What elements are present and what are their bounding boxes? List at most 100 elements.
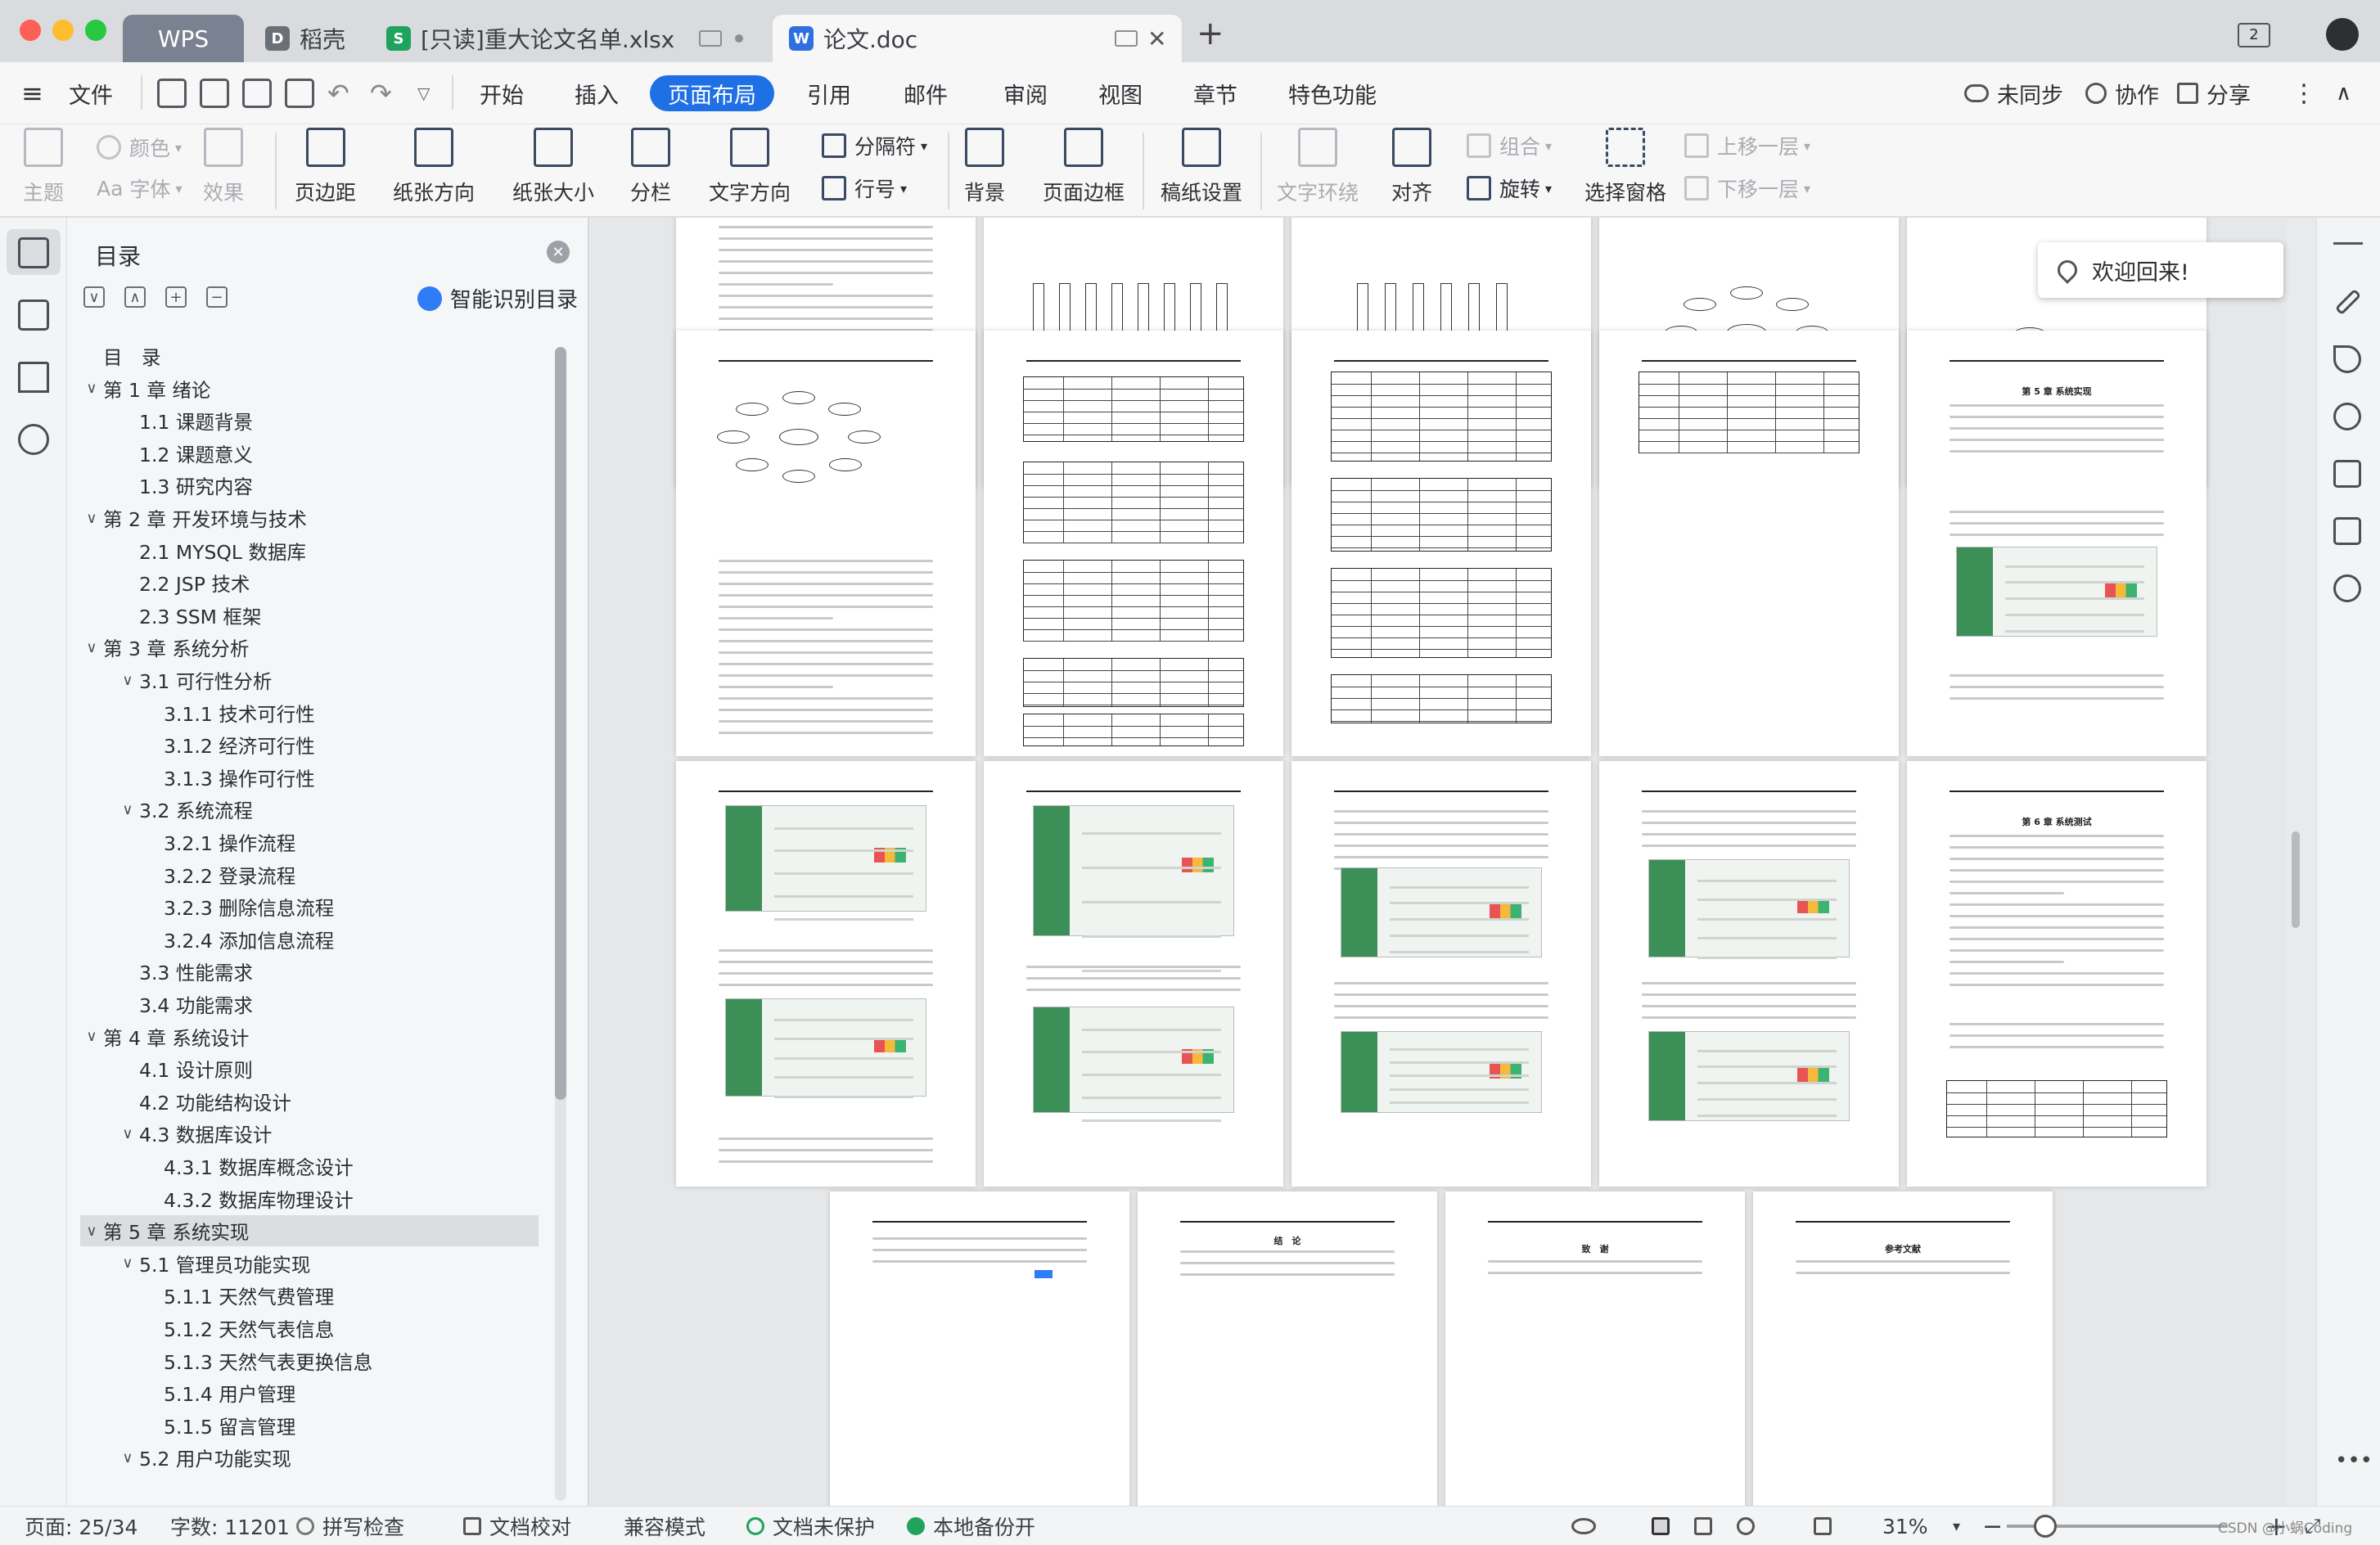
- toc-item[interactable]: 5.1.3 天然气表更换信息: [80, 1345, 539, 1376]
- tab-start[interactable]: 开始: [480, 62, 524, 124]
- zoom-level[interactable]: 31%: [1882, 1507, 1928, 1545]
- add-heading-icon[interactable]: +: [165, 286, 187, 308]
- expand-all-icon[interactable]: ∧: [124, 286, 146, 308]
- send-backward-button[interactable]: 下移一层 ▾: [1684, 173, 1810, 203]
- image-edit-icon[interactable]: [2333, 517, 2361, 545]
- toc-item[interactable]: 2.2 JSP 技术: [80, 567, 539, 598]
- hamburger-icon[interactable]: ≡: [21, 62, 43, 124]
- bring-forward-button[interactable]: 上移一层 ▾: [1684, 131, 1810, 160]
- save-icon[interactable]: [157, 79, 187, 108]
- adjust-icon[interactable]: [2333, 403, 2361, 430]
- toc-item[interactable]: ∨ 第 4 章 系统设计: [80, 1021, 539, 1052]
- pen-icon[interactable]: [2334, 288, 2362, 316]
- share-button[interactable]: 分享: [2177, 62, 2251, 124]
- toc-item[interactable]: 3.4 功能需求: [80, 989, 539, 1020]
- background-button[interactable]: 背景: [964, 128, 1005, 206]
- zoom-dropdown-icon[interactable]: ▾: [1953, 1507, 1960, 1545]
- orientation-button[interactable]: 纸张方向: [393, 128, 475, 206]
- toc-item[interactable]: ∨ 5.2 用户功能实现: [80, 1442, 539, 1473]
- toc-item[interactable]: ∨ 第 5 章 系统实现: [80, 1215, 539, 1247]
- document-scrollbar-thumb[interactable]: [2292, 831, 2300, 928]
- toc-item[interactable]: 5.1.2 天然气表信息: [80, 1313, 539, 1344]
- document-canvas[interactable]: 第 5 章 系统实现第 6 章 系统测试结 论致 谢 参考文献: [591, 218, 2287, 1506]
- tab-view[interactable]: 视图: [1098, 62, 1143, 124]
- toc-item[interactable]: 3.2.4 添加信息流程: [80, 924, 539, 955]
- chevron-down-icon[interactable]: ∨: [80, 1028, 103, 1045]
- collaborate-button[interactable]: 协作: [2085, 62, 2159, 124]
- toc-item[interactable]: 1.2 课题意义: [80, 438, 539, 469]
- toc-item[interactable]: 3.3 性能需求: [80, 956, 539, 987]
- export-pdf-icon[interactable]: [200, 79, 229, 108]
- theme-button[interactable]: 主题: [23, 128, 64, 206]
- wrap-text-button[interactable]: 文字环绕: [1277, 128, 1359, 206]
- grid-paper-button[interactable]: 稿纸设置: [1161, 128, 1242, 206]
- selection-pane-button[interactable]: 选择窗格: [1584, 128, 1666, 206]
- navigation-icon[interactable]: [18, 300, 49, 331]
- print-icon[interactable]: [242, 79, 272, 108]
- tab-docer[interactable]: D 稻壳: [249, 15, 370, 62]
- collapse-all-icon[interactable]: ∨: [83, 286, 105, 308]
- window-switch-button[interactable]: 2: [2238, 23, 2270, 47]
- toc-scrollbar-thumb[interactable]: [555, 347, 566, 1100]
- toc-item[interactable]: 目 录: [80, 340, 539, 372]
- toc-item[interactable]: ∨ 第 3 章 系统分析: [80, 632, 539, 663]
- remove-heading-icon[interactable]: −: [206, 286, 228, 308]
- paper-size-button[interactable]: 纸张大小: [512, 128, 594, 206]
- chevron-down-icon[interactable]: ∨: [116, 1125, 139, 1142]
- bookmark-icon[interactable]: [18, 362, 49, 393]
- text-direction-button[interactable]: 文字方向: [709, 128, 791, 206]
- toc-item[interactable]: 2.1 MYSQL 数据库: [80, 535, 539, 566]
- toc-item[interactable]: 5.1.1 天然气费管理: [80, 1280, 539, 1311]
- effect-button[interactable]: 效果: [203, 128, 244, 206]
- font-button[interactable]: Aa 字体 ▾: [97, 173, 182, 203]
- sync-status-button[interactable]: 未同步: [1964, 62, 2063, 124]
- user-avatar[interactable]: [2326, 18, 2359, 51]
- toc-item[interactable]: 4.3.2 数据库物理设计: [80, 1183, 539, 1214]
- spell-check-button[interactable]: 拼写检查: [296, 1507, 404, 1545]
- minimize-window-button[interactable]: [52, 20, 74, 41]
- page-border-button[interactable]: 页面边框: [1043, 128, 1125, 206]
- chevron-down-icon[interactable]: ∨: [80, 510, 103, 527]
- tab-page-layout[interactable]: 页面布局: [650, 75, 774, 111]
- zoom-out-button[interactable]: −: [1982, 1507, 2003, 1545]
- undo-icon[interactable]: ↶: [327, 62, 349, 124]
- backup-button[interactable]: 本地备份开: [907, 1507, 1035, 1545]
- eye-protection-button[interactable]: [1571, 1507, 1604, 1545]
- toc-icon[interactable]: [18, 237, 49, 268]
- more-options-icon[interactable]: ⋮: [2292, 62, 2316, 124]
- align-button[interactable]: 对齐: [1391, 128, 1432, 206]
- toc-item[interactable]: 3.2.3 删除信息流程: [80, 891, 539, 922]
- tab-mailings[interactable]: 邮件: [904, 62, 948, 124]
- toc-item[interactable]: 4.1 设计原则: [80, 1053, 539, 1084]
- toc-item[interactable]: ∨ 3.2 系统流程: [80, 794, 539, 825]
- page-view-button[interactable]: [1652, 1507, 1678, 1545]
- toc-item[interactable]: 4.2 功能结构设计: [80, 1086, 539, 1117]
- toc-item[interactable]: 3.2.1 操作流程: [80, 827, 539, 858]
- add-person-icon[interactable]: [2333, 460, 2361, 488]
- file-menu[interactable]: 文件: [69, 62, 113, 124]
- toc-item[interactable]: ∨ 3.1 可行性分析: [80, 664, 539, 696]
- fit-page-button[interactable]: [1814, 1507, 1840, 1545]
- history-icon[interactable]: [2333, 574, 2361, 602]
- toc-item[interactable]: 5.1.5 留言管理: [80, 1410, 539, 1441]
- smart-toc-button[interactable]: 智能识别目录: [417, 283, 578, 313]
- group-button[interactable]: 组合 ▾: [1467, 131, 1552, 160]
- maximize-window-button[interactable]: [85, 20, 106, 41]
- print-preview-icon[interactable]: [285, 79, 314, 108]
- word-count[interactable]: 字数: 11201: [170, 1507, 290, 1545]
- chevron-down-icon[interactable]: ∨: [80, 639, 103, 656]
- tab-review[interactable]: 审阅: [1003, 62, 1048, 124]
- chevron-down-icon[interactable]: ∨: [116, 672, 139, 689]
- new-tab-button[interactable]: +: [1197, 15, 1224, 52]
- toc-item[interactable]: 1.3 研究内容: [80, 470, 539, 501]
- tab-spreadsheet[interactable]: S [只读]重大论文名单.xlsx: [370, 15, 771, 62]
- outline-view-button[interactable]: [1694, 1507, 1720, 1545]
- tab-insert[interactable]: 插入: [575, 62, 619, 124]
- close-icon[interactable]: ✕: [547, 241, 570, 264]
- line-numbers-button[interactable]: 行号 ▾: [822, 173, 907, 203]
- toc-item[interactable]: ∨ 4.3 数据库设计: [80, 1118, 539, 1149]
- tab-document[interactable]: W 论文.doc ✕: [773, 15, 1182, 62]
- chevron-down-icon[interactable]: ∨: [80, 1223, 103, 1240]
- toc-item[interactable]: 1.1 课题背景: [80, 405, 539, 436]
- redo-icon[interactable]: ↷: [370, 62, 392, 124]
